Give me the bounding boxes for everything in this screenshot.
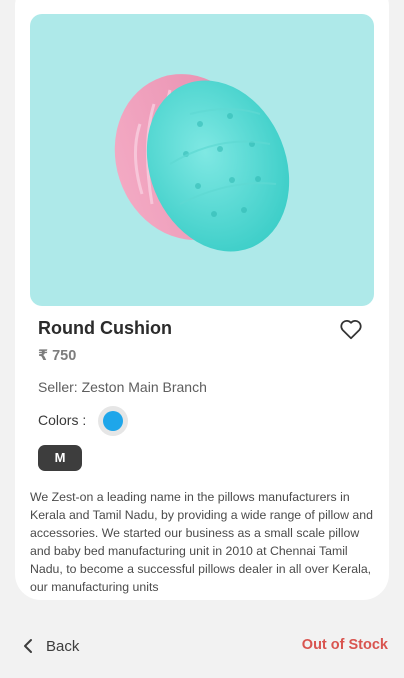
back-button[interactable]: Back xyxy=(22,634,79,658)
color-swatch-selected[interactable] xyxy=(98,406,128,436)
chevron-left-icon xyxy=(24,639,32,653)
cushion-image xyxy=(114,74,290,252)
product-price: ₹ 750 xyxy=(38,348,77,364)
colors-label: Colors : xyxy=(38,412,87,428)
wishlist-button[interactable] xyxy=(338,316,364,342)
size-option-m[interactable]: M xyxy=(38,445,82,471)
heart-outline-icon xyxy=(340,320,362,340)
product-description: We Zest-on a leading name in the pillows… xyxy=(30,490,373,594)
seller-info: Seller: Zeston Main Branch xyxy=(38,379,207,395)
product-image xyxy=(30,14,374,306)
bottom-bar: Back Out of Stock xyxy=(0,612,404,678)
stock-status: Out of Stock xyxy=(301,637,388,653)
color-swatch-blue xyxy=(103,411,123,431)
back-label: Back xyxy=(46,637,80,655)
product-title: Round Cushion xyxy=(38,318,172,338)
